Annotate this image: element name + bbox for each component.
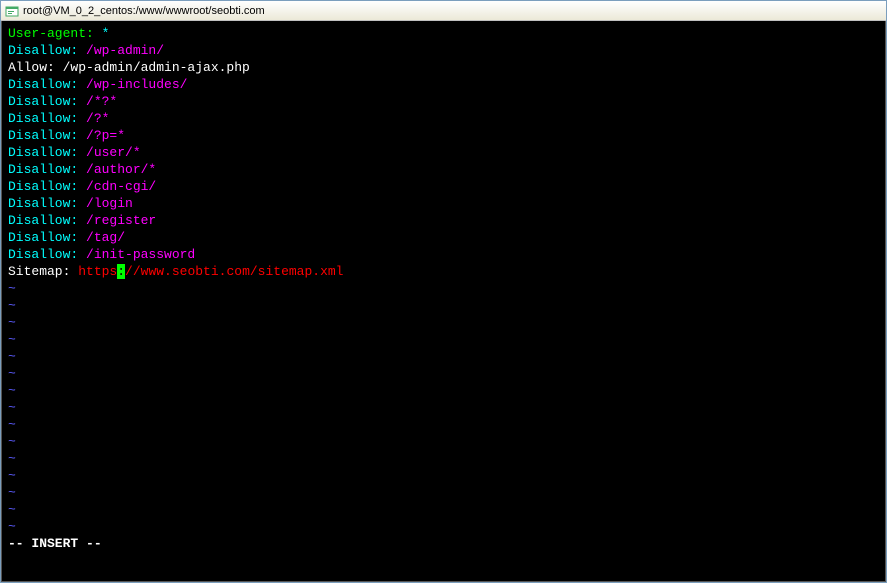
terminal-line: Disallow: /*?* xyxy=(8,93,879,110)
vim-empty-line: ~ xyxy=(8,365,879,382)
text-segment: * xyxy=(94,26,110,41)
vim-empty-line: ~ xyxy=(8,399,879,416)
text-segment: Disallow: xyxy=(8,213,78,228)
text-segment: /tag/ xyxy=(78,230,125,245)
text-segment: /cdn-cgi/ xyxy=(78,179,156,194)
terminal-line: Disallow: /author/* xyxy=(8,161,879,178)
terminal-line: Disallow: /login xyxy=(8,195,879,212)
text-segment: /wp-admin/ xyxy=(78,43,164,58)
vim-empty-line: ~ xyxy=(8,297,879,314)
text-segment: Disallow: xyxy=(8,77,78,92)
vim-empty-line: ~ xyxy=(8,348,879,365)
terminal-line: Disallow: /user/* xyxy=(8,144,879,161)
text-segment: Allow: /wp-admin/admin-ajax.php xyxy=(8,60,250,75)
vim-empty-line: ~ xyxy=(8,501,879,518)
vim-empty-line: ~ xyxy=(8,484,879,501)
terminal-line: Sitemap: https://www.seobti.com/sitemap.… xyxy=(8,263,879,280)
vim-empty-line: ~ xyxy=(8,280,879,297)
terminal-line: Disallow: /?p=* xyxy=(8,127,879,144)
vim-empty-line: ~ xyxy=(8,450,879,467)
vim-empty-line: ~ xyxy=(8,382,879,399)
text-segment: Disallow: xyxy=(8,145,78,160)
text-segment: Disallow: xyxy=(8,43,78,58)
vim-empty-line: ~ xyxy=(8,518,879,535)
text-segment: Disallow: xyxy=(8,247,78,262)
text-segment: : xyxy=(117,264,125,279)
text-segment: /wp-includes/ xyxy=(78,77,187,92)
vim-status-line: -- INSERT -- xyxy=(8,535,879,552)
terminal-line: Disallow: /?* xyxy=(8,110,879,127)
text-segment: Sitemap: xyxy=(8,264,78,279)
terminal-line: Disallow: /init-password xyxy=(8,246,879,263)
text-segment: https xyxy=(78,264,117,279)
text-segment: /login xyxy=(78,196,133,211)
app-icon xyxy=(5,4,19,18)
terminal-line: Disallow: /register xyxy=(8,212,879,229)
text-segment: /?* xyxy=(78,111,109,126)
text-segment: User-agent: xyxy=(8,26,94,41)
text-segment: Disallow: xyxy=(8,162,78,177)
text-segment: /init-password xyxy=(78,247,195,262)
titlebar[interactable]: root@VM_0_2_centos:/www/wwwroot/seobti.c… xyxy=(1,1,886,21)
terminal-line: Disallow: /cdn-cgi/ xyxy=(8,178,879,195)
terminal-line: Disallow: /wp-includes/ xyxy=(8,76,879,93)
terminal-line: Allow: /wp-admin/admin-ajax.php xyxy=(8,59,879,76)
text-segment: /?p=* xyxy=(78,128,125,143)
terminal-window: root@VM_0_2_centos:/www/wwwroot/seobti.c… xyxy=(0,0,887,583)
window-title: root@VM_0_2_centos:/www/wwwroot/seobti.c… xyxy=(23,5,265,17)
terminal-line: Disallow: /tag/ xyxy=(8,229,879,246)
vim-empty-line: ~ xyxy=(8,467,879,484)
text-segment: Disallow: xyxy=(8,230,78,245)
text-segment: Disallow: xyxy=(8,111,78,126)
text-segment: /*?* xyxy=(78,94,117,109)
terminal-line: User-agent: * xyxy=(8,25,879,42)
text-segment: Disallow: xyxy=(8,179,78,194)
vim-empty-line: ~ xyxy=(8,331,879,348)
text-segment: Disallow: xyxy=(8,196,78,211)
terminal-body[interactable]: User-agent: *Disallow: /wp-admin/Allow: … xyxy=(1,21,886,582)
text-segment: /register xyxy=(78,213,156,228)
text-segment: /user/* xyxy=(78,145,140,160)
vim-empty-line: ~ xyxy=(8,416,879,433)
text-segment: Disallow: xyxy=(8,128,78,143)
text-segment: Disallow: xyxy=(8,94,78,109)
text-segment: /author/* xyxy=(78,162,156,177)
text-segment: //www.seobti.com/sitemap.xml xyxy=(125,264,343,279)
vim-empty-line: ~ xyxy=(8,433,879,450)
terminal-line: Disallow: /wp-admin/ xyxy=(8,42,879,59)
vim-empty-line: ~ xyxy=(8,314,879,331)
